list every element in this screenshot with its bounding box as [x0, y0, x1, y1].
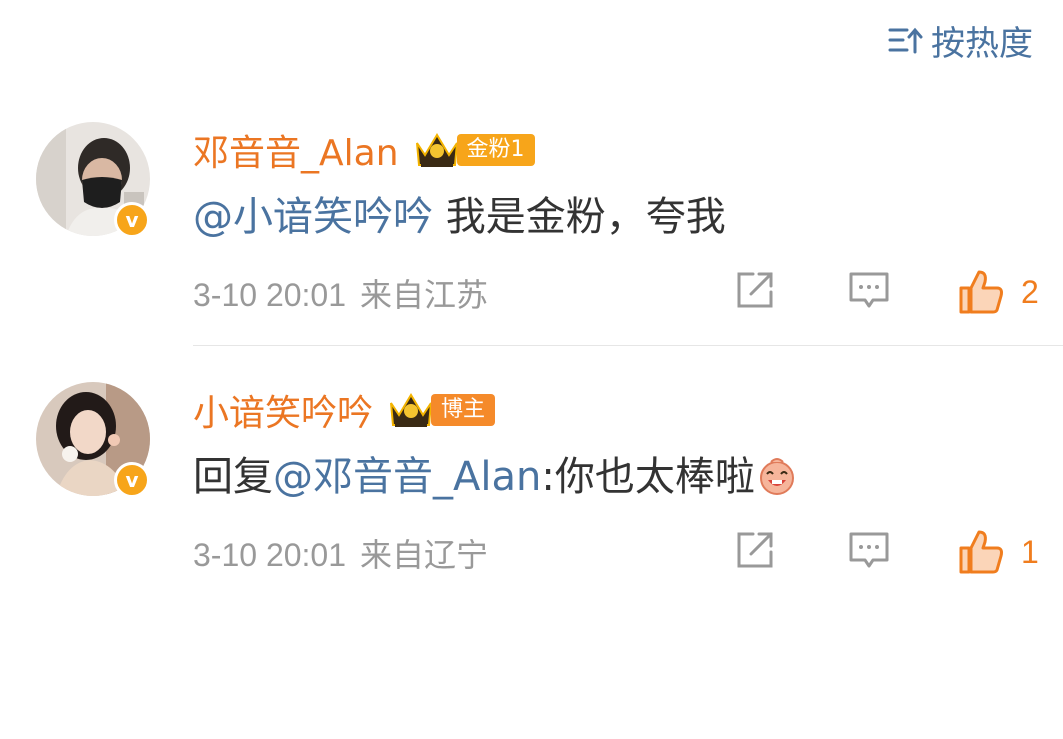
comment-body: :你也太棒啦	[541, 454, 755, 500]
comment-item: v 小谙笑吟吟 博主 回复@邓音音_Alan:你也太棒啦 3-10 20:01 来…	[0, 378, 1063, 588]
sort-icon	[888, 27, 923, 54]
share-button[interactable]	[733, 268, 777, 312]
like-count: 1	[1021, 533, 1039, 570]
thumbs-up-icon	[959, 530, 1003, 574]
crown-icon	[390, 393, 433, 427]
divider	[193, 345, 1063, 346]
laughing-emoji-icon	[759, 458, 794, 495]
reply-prefix: 回复	[193, 454, 273, 500]
like-button[interactable]: 1	[957, 528, 1039, 576]
share-button[interactable]	[733, 528, 777, 572]
comment-icon	[849, 272, 889, 308]
share-icon	[737, 272, 773, 308]
reply-button[interactable]	[847, 528, 891, 572]
like-count: 2	[1021, 273, 1039, 310]
mention-link[interactable]: @邓音音_Alan	[273, 454, 541, 500]
comment-body: 我是金粉，夸我	[433, 194, 726, 240]
comment-text: @小谙笑吟吟 我是金粉，夸我	[193, 184, 726, 242]
verified-badge-icon: v	[114, 462, 150, 498]
author-badge: 博主	[431, 394, 496, 426]
comment-icon	[849, 532, 889, 568]
like-button[interactable]: 2	[957, 268, 1039, 316]
sort-by-hot-button[interactable]: 按热度	[887, 18, 1033, 64]
thumbs-up-icon	[959, 270, 1003, 314]
fan-level-badge: 金粉1	[456, 134, 535, 166]
verified-badge-icon: v	[114, 202, 150, 238]
comment-text: 回复@邓音音_Alan:你也太棒啦	[193, 444, 797, 502]
username[interactable]: 邓音音_Alan	[193, 124, 399, 176]
reply-button[interactable]	[847, 268, 891, 312]
sort-label: 按热度	[931, 23, 1033, 64]
share-icon	[737, 532, 773, 568]
mention-link[interactable]: @小谙笑吟吟	[193, 194, 433, 240]
crown-icon	[415, 133, 458, 167]
username[interactable]: 小谙笑吟吟	[193, 384, 373, 436]
comment-item: v 邓音音_Alan 金粉1 @小谙笑吟吟 我是金粉，夸我 3-10 20:01…	[0, 118, 1063, 346]
